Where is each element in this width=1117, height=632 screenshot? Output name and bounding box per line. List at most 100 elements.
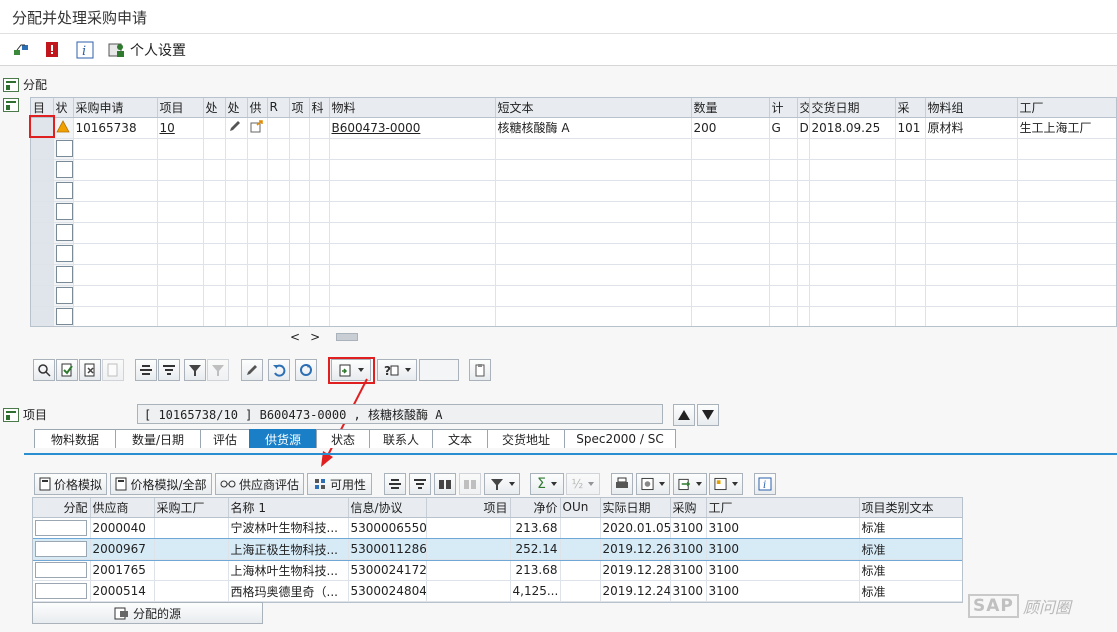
- col-header[interactable]: 数量: [691, 98, 770, 118]
- col-header[interactable]: 采: [895, 98, 926, 118]
- assigned-sources-button[interactable]: 分配的源: [32, 602, 263, 624]
- item-selector-field[interactable]: [ 10165738/10 ] B600473-0000 , 核糖核酸酶 A: [137, 404, 663, 424]
- details-button[interactable]: [33, 359, 55, 381]
- undo-button[interactable]: [268, 359, 290, 381]
- col-header[interactable]: 供应商: [90, 498, 155, 518]
- col-header[interactable]: 交: [797, 98, 810, 118]
- col-header[interactable]: 处: [225, 98, 248, 118]
- tree-toggle-icon[interactable]: [3, 98, 19, 115]
- assign-checkbox[interactable]: [35, 541, 87, 557]
- col-header[interactable]: 项目: [157, 98, 204, 118]
- total-button[interactable]: Σ: [530, 473, 564, 495]
- material-link[interactable]: B600473-0000: [332, 121, 421, 135]
- col-header[interactable]: 项目类别文本: [859, 498, 962, 518]
- sort-descending-button[interactable]: [158, 359, 180, 381]
- personal-settings-button[interactable]: 个人设置: [108, 39, 186, 61]
- col-header[interactable]: 计: [769, 98, 798, 118]
- layout-button[interactable]: [709, 473, 743, 495]
- tab-material-data[interactable]: 物料数据: [34, 429, 116, 448]
- assign-automatically-button[interactable]: ?: [377, 359, 417, 381]
- tab-valuation[interactable]: 评估: [200, 429, 250, 448]
- col-header[interactable]: 处: [203, 98, 226, 118]
- message-button[interactable]: [44, 39, 62, 61]
- tab-status[interactable]: 状态: [316, 429, 370, 448]
- table-row[interactable]: 2000967 上海正极生物科技... 5300011286 252.14 2019.1…: [33, 537, 962, 561]
- info-button[interactable]: i: [754, 473, 776, 495]
- col-header[interactable]: 净价: [510, 498, 561, 518]
- col-header[interactable]: 采购: [670, 498, 707, 518]
- assign-cell[interactable]: [33, 517, 91, 539]
- col-header[interactable]: 名称 1: [228, 498, 349, 518]
- select-all-button[interactable]: [56, 359, 78, 381]
- availability-button[interactable]: 可用性: [307, 473, 372, 495]
- horizontal-scroller[interactable]: < >: [290, 330, 359, 344]
- export-icon[interactable]: [250, 119, 264, 133]
- vendor-evaluation-button[interactable]: 供应商评估: [215, 473, 304, 495]
- next-item-button[interactable]: [697, 404, 719, 426]
- assign-cell[interactable]: [33, 580, 91, 602]
- tab-texts[interactable]: 文本: [432, 429, 488, 448]
- price-simulation-button[interactable]: 价格模拟: [34, 473, 107, 495]
- col-header[interactable]: 短文本: [495, 98, 692, 118]
- col-header[interactable]: 工厂: [706, 498, 860, 518]
- price-simulation-all-button[interactable]: 价格模拟/全部: [110, 473, 212, 495]
- filter-button[interactable]: [484, 473, 520, 495]
- assign-cell[interactable]: [33, 559, 91, 581]
- col-header[interactable]: 采购工厂: [154, 498, 229, 518]
- refresh-button[interactable]: [295, 359, 317, 381]
- source-cell[interactable]: [247, 117, 268, 139]
- assign-checkbox[interactable]: [35, 562, 87, 578]
- col-header[interactable]: 项: [289, 98, 310, 118]
- sort-ascending-button[interactable]: [384, 473, 406, 495]
- col-header[interactable]: 信息/协议: [348, 498, 427, 518]
- scroll-left-button[interactable]: <: [290, 330, 300, 344]
- col-header[interactable]: 项目: [426, 498, 511, 518]
- col-header[interactable]: R: [267, 98, 290, 118]
- col-header[interactable]: 状: [53, 98, 74, 118]
- col-header[interactable]: 交货日期: [809, 98, 896, 118]
- info-button[interactable]: i: [76, 39, 94, 61]
- col-header[interactable]: 分配: [33, 498, 91, 518]
- collapse-icon[interactable]: [3, 407, 19, 422]
- scroll-thumb[interactable]: [336, 333, 359, 341]
- collapse-icon[interactable]: [3, 77, 19, 92]
- table-row[interactable]: 2000514 西格玛奥德里奇（... 5300024804 4,125... 2019…: [33, 580, 962, 602]
- col-header[interactable]: 实际日期: [600, 498, 671, 518]
- table-row[interactable]: 10165738 10 B600473-0000 核糖核酸酶 A 200 G D…: [31, 117, 1116, 139]
- filter-button[interactable]: [184, 359, 206, 381]
- table-row[interactable]: 2000040 宁波林叶生物科技... 5300006550 213.68 2020.0…: [33, 517, 962, 539]
- scroll-right-button[interactable]: >: [310, 330, 320, 344]
- edit-button[interactable]: [241, 359, 263, 381]
- col-header[interactable]: 物料: [329, 98, 496, 118]
- toggle-icon-button[interactable]: [12, 39, 30, 61]
- col-header[interactable]: 供: [247, 98, 268, 118]
- assign-checkbox[interactable]: [35, 583, 87, 599]
- col-header[interactable]: OUn: [560, 498, 601, 518]
- find-button[interactable]: [434, 473, 456, 495]
- print-button[interactable]: [611, 473, 633, 495]
- tab-source-of-supply[interactable]: 供货源: [249, 429, 317, 448]
- tab-spec2000[interactable]: Spec2000 / SC: [564, 429, 676, 448]
- previous-item-button[interactable]: [673, 404, 695, 426]
- col-header[interactable]: 采购申请: [73, 98, 158, 118]
- edit-cell[interactable]: [225, 117, 248, 139]
- view-button[interactable]: [636, 473, 670, 495]
- sort-descending-button[interactable]: [409, 473, 431, 495]
- item-cell[interactable]: 10: [157, 117, 204, 139]
- pencil-icon[interactable]: [228, 119, 242, 133]
- tab-delivery-address[interactable]: 交货地址: [487, 429, 565, 448]
- sort-ascending-button[interactable]: [135, 359, 157, 381]
- col-header[interactable]: 工厂: [1017, 98, 1116, 118]
- expand-icon[interactable]: [3, 98, 19, 112]
- assign-cell[interactable]: [33, 538, 91, 560]
- tab-contact[interactable]: 联系人: [369, 429, 433, 448]
- material-cell[interactable]: B600473-0000: [329, 117, 496, 139]
- col-header[interactable]: 物料组: [925, 98, 1018, 118]
- item-link[interactable]: 10: [160, 121, 175, 135]
- table-row[interactable]: 2001765 上海林叶生物科技... 5300024172 213.68 2019.1…: [33, 559, 962, 581]
- tab-quantity-date[interactable]: 数量/日期: [115, 429, 201, 448]
- assign-checkbox[interactable]: [35, 519, 87, 536]
- deselect-all-button[interactable]: [79, 359, 101, 381]
- export-button[interactable]: [673, 473, 707, 495]
- col-header[interactable]: 科: [309, 98, 330, 118]
